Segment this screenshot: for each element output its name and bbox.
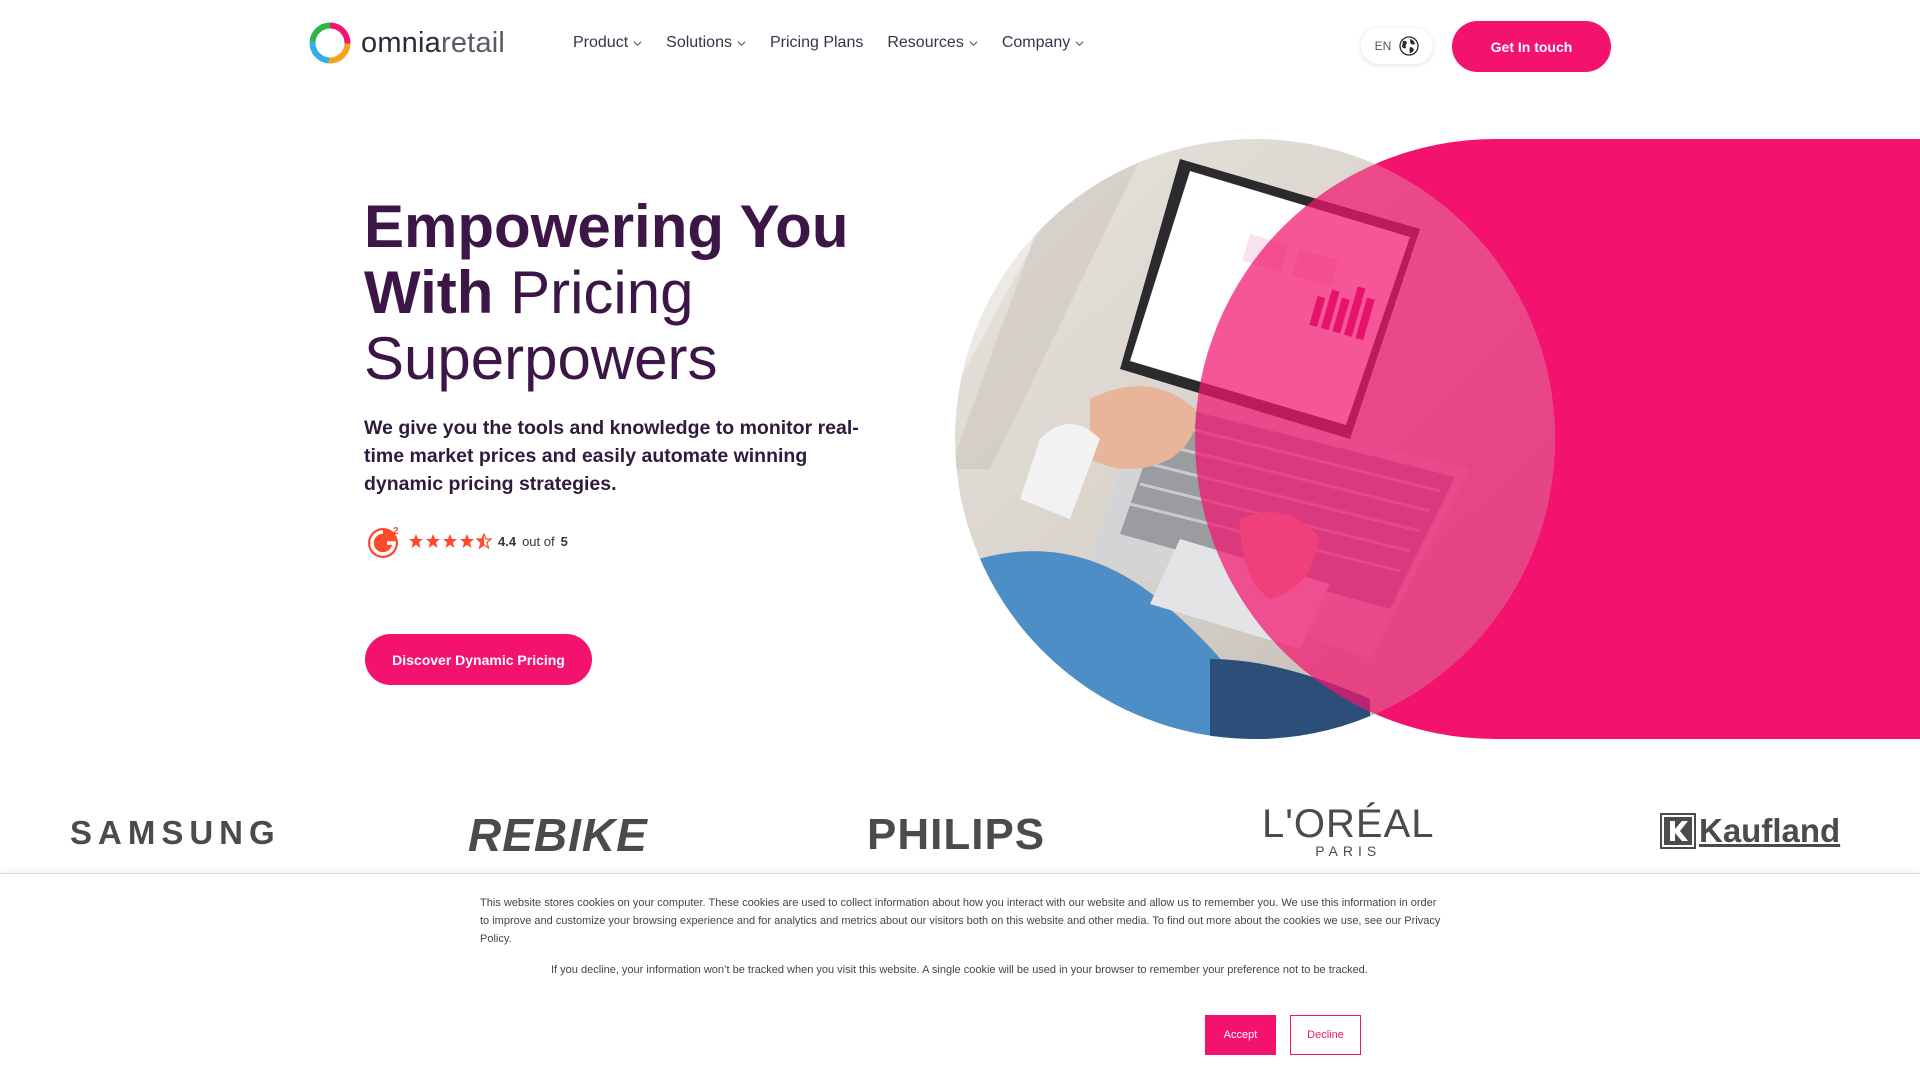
cookie-banner: This website stores cookies on your comp… xyxy=(0,873,1920,1081)
star-full-icon xyxy=(443,534,457,548)
g2-logo-icon: 2 xyxy=(368,526,399,558)
star-full-icon xyxy=(426,534,440,548)
star-full-icon xyxy=(409,534,423,548)
nav-solutions-label: Solutions xyxy=(666,34,732,51)
main-nav: Product Solutions Pricing Plans Resource… xyxy=(573,34,1108,52)
nav-company[interactable]: Company xyxy=(1002,34,1084,52)
chevron-down-icon xyxy=(737,40,746,46)
chevron-down-icon xyxy=(633,40,642,46)
star-half-icon xyxy=(476,533,492,549)
rating-stars xyxy=(408,533,492,549)
cookie-decline-button[interactable]: Decline xyxy=(1290,1015,1361,1055)
language-switcher[interactable]: EN xyxy=(1361,28,1433,64)
omniaretail-logo[interactable]: omniaretail xyxy=(307,20,505,66)
loreal-logo: L'ORÉAL PARIS xyxy=(1262,804,1435,858)
loreal-paris: PARIS xyxy=(1315,843,1382,859)
hero-title-superpowers: Superpowers xyxy=(364,325,718,392)
nav-solutions[interactable]: Solutions xyxy=(666,34,746,52)
philips-logo: PHILIPS xyxy=(867,810,1046,859)
rating-max: 5 xyxy=(560,533,568,549)
kaufland-wordmark: Kaufland xyxy=(1699,812,1841,849)
nav-resources-label: Resources xyxy=(887,34,964,51)
kaufland-logo: Kaufland xyxy=(1660,812,1840,850)
cookie-text: This website stores cookies on your comp… xyxy=(480,897,1441,945)
chevron-down-icon xyxy=(1075,40,1084,46)
cookie-accept-button[interactable]: Accept xyxy=(1205,1015,1276,1055)
language-label: EN xyxy=(1374,39,1392,53)
logo-wordmark: omniaretail xyxy=(361,26,506,59)
cookie-decline-text: If you decline, your information won’t b… xyxy=(551,964,1368,976)
discover-dynamic-pricing-button[interactable]: Discover Dynamic Pricing xyxy=(365,634,592,685)
svg-text:2: 2 xyxy=(393,526,399,537)
hero-title: Empowering You With Pricing Superpowers xyxy=(364,194,924,392)
get-in-touch-button[interactable]: Get In touch xyxy=(1452,21,1611,72)
hero-title-with: With xyxy=(364,259,494,326)
nav-product-label: Product xyxy=(573,34,629,51)
hero-subtitle: We give you the tools and knowledge to m… xyxy=(364,417,859,495)
nav-pricing-plans-label: Pricing Plans xyxy=(769,34,864,51)
nav-company-label: Company xyxy=(1001,34,1071,51)
rebike-logo: REBIKE xyxy=(468,809,648,861)
g2-rating[interactable]: 2 4.4 out of 5 xyxy=(366,522,568,560)
nav-resources[interactable]: Resources xyxy=(887,34,978,52)
loreal-wordmark: L'ORÉAL xyxy=(1262,802,1435,846)
hero-illustration xyxy=(955,139,1920,739)
kaufland-k-icon xyxy=(1660,813,1696,849)
globe-icon xyxy=(1399,36,1419,56)
nav-product[interactable]: Product xyxy=(573,34,642,52)
nav-pricing-plans[interactable]: Pricing Plans xyxy=(770,34,863,52)
samsung-logo: SAMSUNG xyxy=(70,814,281,851)
star-full-icon xyxy=(460,534,474,548)
hero-title-pricing: Pricing xyxy=(510,259,694,326)
omniaretail-ring-icon xyxy=(309,22,351,64)
chevron-down-icon xyxy=(969,40,978,46)
customer-logos: SAMSUNG REBIKE PHILIPS L'ORÉAL PARIS Kau… xyxy=(0,800,1920,870)
hero-title-line-1: Empowering You xyxy=(364,193,849,260)
rating-out-of: out of xyxy=(522,533,555,549)
rating-value: 4.4 xyxy=(498,533,517,549)
